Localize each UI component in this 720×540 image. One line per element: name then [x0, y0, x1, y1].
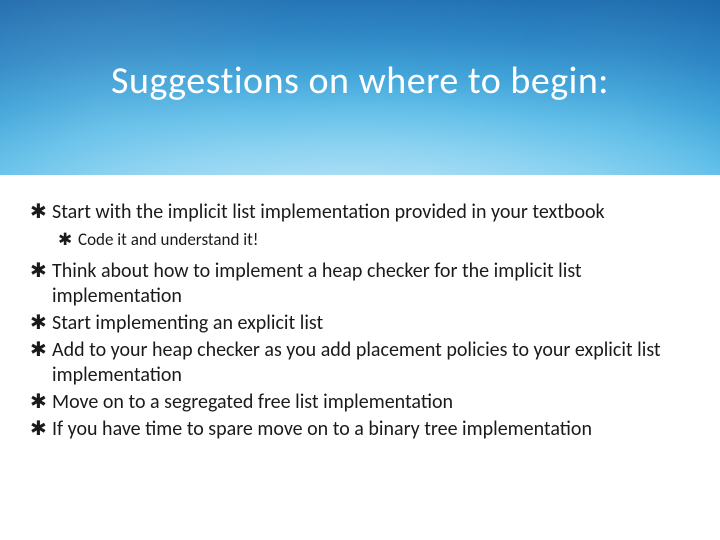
bullet-text: Move on to a segregated free list implem… [52, 390, 690, 415]
bullet-item: ✱ Start implementing an explicit list [30, 311, 690, 336]
bullet-item: ✱ Add to your heap checker as you add pl… [30, 338, 690, 388]
bullet-text: Start implementing an explicit list [52, 311, 690, 336]
star-icon: ✱ [30, 259, 52, 284]
bullet-item: ✱ If you have time to spare move on to a… [30, 417, 690, 442]
bullet-text: Add to your heap checker as you add plac… [52, 338, 690, 388]
star-icon: ✱ [30, 390, 52, 415]
bullet-text: Code it and understand it! [78, 229, 690, 251]
star-icon: ✱ [30, 311, 52, 336]
sub-bullet-item: ✱ Code it and understand it! [58, 229, 690, 251]
slide-title: Suggestions on where to begin: [0, 58, 720, 104]
bullet-item: ✱ Start with the implicit list implement… [30, 200, 690, 225]
slide: Suggestions on where to begin: ✱ Start w… [0, 0, 720, 540]
star-icon: ✱ [30, 338, 52, 363]
bullet-item: ✱ Think about how to implement a heap ch… [30, 259, 690, 309]
star-icon: ✱ [58, 229, 78, 251]
star-icon: ✱ [30, 417, 52, 442]
slide-body: ✱ Start with the implicit list implement… [30, 200, 690, 444]
star-icon: ✱ [30, 200, 52, 225]
bullet-text: Think about how to implement a heap chec… [52, 259, 690, 309]
bullet-item: ✱ Move on to a segregated free list impl… [30, 390, 690, 415]
bullet-text: If you have time to spare move on to a b… [52, 417, 690, 442]
bullet-text: Start with the implicit list implementat… [52, 200, 690, 225]
